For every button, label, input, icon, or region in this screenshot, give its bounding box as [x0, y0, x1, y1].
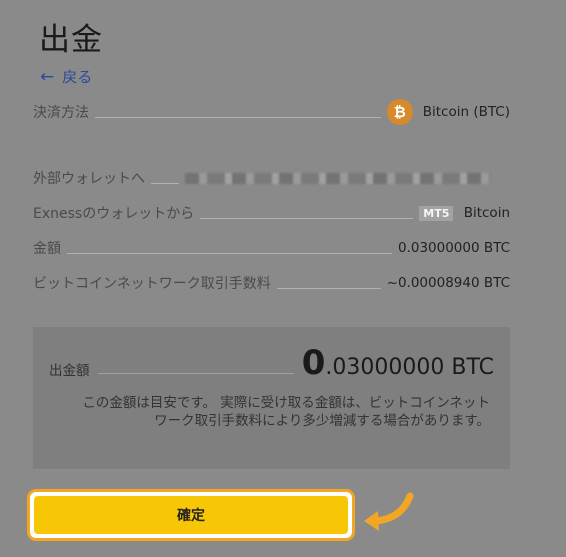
- leader-line: [67, 252, 392, 254]
- bitcoin-icon: ₿: [386, 99, 413, 125]
- amount-label: 金額: [33, 241, 61, 257]
- back-label: 戻る: [62, 68, 93, 86]
- page-title: 出金: [39, 22, 103, 58]
- confirm-button[interactable]: 確定: [27, 489, 355, 541]
- payment-method-row: 決済方法 ₿ Bitcoin (BTC): [33, 99, 510, 125]
- network-fee-value: ~0.00008940 BTC: [386, 275, 510, 291]
- estimate-note: この金額は目安です。 実際に受け取る金額は、ビットコインネットワーク取引手数料に…: [82, 395, 490, 429]
- network-fee-label: ビットコインネットワーク取引手数料: [33, 276, 271, 292]
- withdrawal-summary: 出金額 0 .03000000 BTC この金額は目安です。 実際に受け取る金額…: [33, 327, 510, 469]
- payment-method-label: 決済方法: [33, 105, 89, 121]
- source-wallet-value: Bitcoin: [463, 205, 510, 221]
- mt5-badge: MT5: [419, 206, 454, 221]
- leader-line: [200, 217, 414, 219]
- back-link[interactable]: ← 戻る: [40, 66, 92, 87]
- source-wallet-row: Exnessのウォレットから MT5 Bitcoin: [33, 203, 510, 223]
- leader-line: [97, 373, 294, 374]
- network-fee-row: ビットコインネットワーク取引手数料 ~0.00008940 BTC: [33, 273, 510, 293]
- amount-value: 0.03000000 BTC: [397, 240, 510, 256]
- payment-method-value: Bitcoin (BTC): [422, 104, 510, 120]
- blurred-wallet-address: [185, 172, 490, 184]
- amount-row: 金額 0.03000000 BTC: [33, 238, 510, 258]
- leader-line: [276, 287, 381, 289]
- pointing-arrow-icon: [364, 492, 414, 531]
- withdrawal-amount-value: 0 .03000000 BTC: [301, 343, 494, 383]
- destination-wallet-row: 外部ウォレットへ: [33, 168, 510, 188]
- source-wallet-label: Exnessのウォレットから: [33, 206, 195, 222]
- confirm-button-label: 確定: [34, 496, 348, 534]
- destination-wallet-label: 外部ウォレットへ: [33, 171, 145, 187]
- leader-line: [95, 116, 381, 118]
- arrow-left-icon: ←: [40, 66, 55, 87]
- leader-line: [151, 182, 179, 184]
- withdrawal-amount-label: 出金額: [49, 363, 90, 379]
